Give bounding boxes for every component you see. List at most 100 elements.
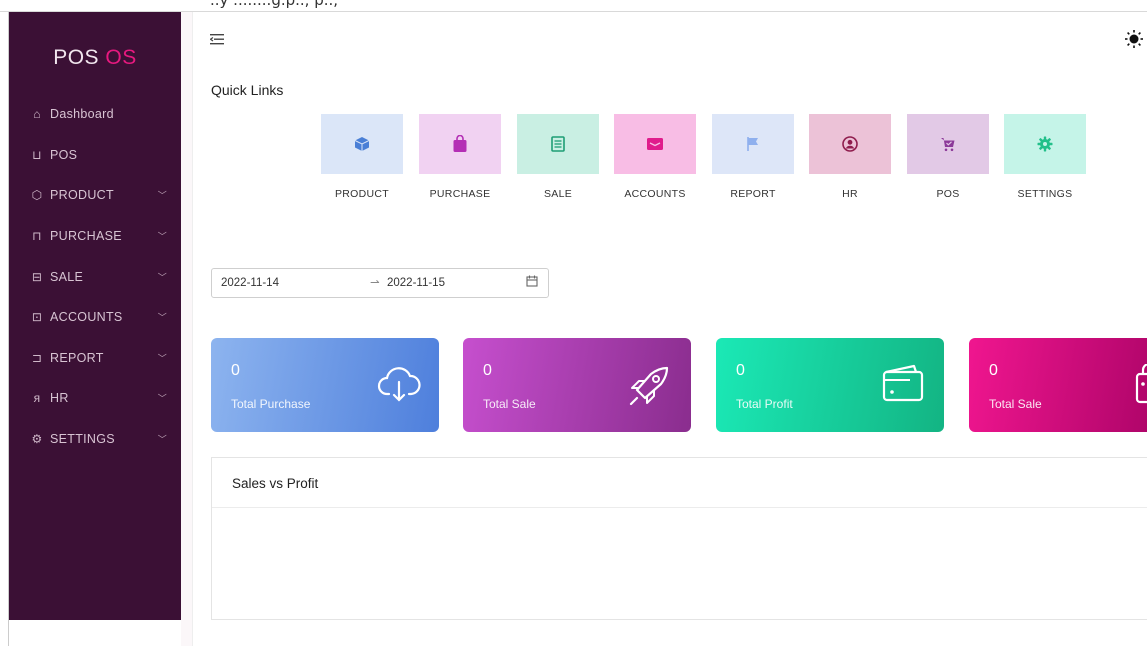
quick-link-label: HR <box>842 188 858 200</box>
sidebar-item-dashboard[interactable]: ⌂ Dashboard <box>9 94 181 135</box>
quick-link-product[interactable]: PRODUCT <box>321 114 403 200</box>
sidebar-item-product[interactable]: ⬡ PRODUCT ﹀ <box>9 175 181 216</box>
calendar-icon[interactable] <box>526 275 538 290</box>
menu-toggle-icon[interactable] <box>209 32 224 49</box>
top-strip-text: ..y ........g.p.., p.., <box>210 0 339 9</box>
stat-label: Total Sale <box>989 397 1042 411</box>
logo-main: POS <box>53 46 100 69</box>
stat-card-total-sale-2[interactable]: 0 Total Sale <box>969 338 1147 432</box>
quick-link-purchase[interactable]: PURCHASE <box>419 114 501 200</box>
user-circle-icon <box>842 136 858 152</box>
sidebar-item-sale[interactable]: ⊟ SALE ﹀ <box>9 256 181 297</box>
quick-link-tile[interactable] <box>614 114 696 174</box>
quick-link-label: PURCHASE <box>429 188 491 200</box>
chevron-down-icon: ﹀ <box>157 393 167 404</box>
sidebar-item-label: PURCHASE <box>50 229 122 244</box>
quick-link-report[interactable]: REPORT <box>712 114 794 200</box>
sidebar: POS OS ⌂ Dashboard ⊔ POS ⬡ PRODUCT ﹀ ⊓ PURCHA… <box>9 12 181 620</box>
sidebar-item-report[interactable]: ⊐ REPORT ﹀ <box>9 338 181 379</box>
panel-title: Sales vs Profit <box>232 476 319 491</box>
cart-icon: ⊔ <box>32 147 42 162</box>
sidebar-item-label: ACCOUNTS <box>50 310 123 325</box>
bag-icon <box>453 135 467 152</box>
stat-value: 0 <box>231 362 240 379</box>
stat-card-total-purchase[interactable]: 0 Total Purchase <box>211 338 439 432</box>
stat-value: 0 <box>989 362 998 379</box>
app-logo: POS OS <box>9 46 181 70</box>
quick-links-title: Quick Links <box>211 82 284 98</box>
quick-link-tile[interactable] <box>1004 114 1086 174</box>
chevron-down-icon: ﹀ <box>157 353 167 364</box>
sidebar-item-purchase[interactable]: ⊓ PURCHASE ﹀ <box>9 216 181 257</box>
gear-icon: ⚙ <box>31 432 43 447</box>
stat-value: 0 <box>736 362 745 379</box>
stat-label: Total Purchase <box>231 397 311 411</box>
sidebar-item-label: SALE <box>50 269 84 284</box>
quick-link-tile[interactable] <box>712 114 794 174</box>
arrow-right-icon: ⇀ <box>370 277 380 289</box>
sidebar-item-label: PRODUCT <box>50 188 114 203</box>
quick-link-tile[interactable] <box>517 114 599 174</box>
rocket-icon <box>629 366 669 406</box>
quick-link-sale[interactable]: SALE <box>517 114 599 200</box>
sidebar-item-label: REPORT <box>50 350 104 365</box>
sidebar-item-hr[interactable]: ᴙ HR ﹀ <box>9 378 181 419</box>
user-icon: ᴙ <box>33 391 41 406</box>
quick-link-label: SETTINGS <box>1017 188 1073 200</box>
bag-icon: ⊓ <box>32 229 42 244</box>
quick-link-tile[interactable] <box>809 114 891 174</box>
quick-link-label: REPORT <box>730 188 776 200</box>
receipt-icon: ⊟ <box>31 269 43 284</box>
quick-link-accounts[interactable]: ACCOUNTS <box>614 114 696 200</box>
content-edge <box>181 12 193 646</box>
sidebar-item-settings[interactable]: ⚙ SETTINGS ﹀ <box>9 419 181 460</box>
quick-link-hr[interactable]: HR <box>809 114 891 200</box>
date-range-picker[interactable]: 2022-11-14 ⇀ 2022-11-15 <box>211 268 549 298</box>
gear-icon <box>1037 136 1053 152</box>
stat-card-total-sale[interactable]: 0 Total Sale <box>463 338 691 432</box>
stat-label: Total Profit <box>736 397 793 411</box>
logo-accent: OS <box>105 46 137 69</box>
sidebar-item-label: HR <box>50 391 69 406</box>
quick-link-label: PRODUCT <box>334 188 389 200</box>
sidebar-nav: ⌂ Dashboard ⊔ POS ⬡ PRODUCT ﹀ ⊓ PURCHASE ﹀ ⊟ SA… <box>9 94 181 459</box>
stat-label: Total Sale <box>483 397 536 411</box>
theme-toggle-sun-icon[interactable] <box>1124 29 1144 55</box>
receipt-icon <box>551 136 565 152</box>
panel-divider <box>212 507 1147 508</box>
stat-value: 0 <box>483 362 492 379</box>
quick-link-tile[interactable] <box>321 114 403 174</box>
cart-icon <box>941 138 955 152</box>
wallet-icon: ⊡ <box>31 310 43 325</box>
sidebar-item-label: POS <box>50 147 78 162</box>
chevron-down-icon: ﹀ <box>157 231 167 242</box>
wallet-icon <box>882 364 924 402</box>
quick-link-tile[interactable] <box>419 114 501 174</box>
quick-link-label: ACCOUNTS <box>624 188 686 200</box>
quick-link-label: SALE <box>543 188 573 200</box>
quick-link-settings[interactable]: SETTINGS <box>1004 114 1086 200</box>
chevron-down-icon: ﹀ <box>157 312 167 323</box>
top-strip: ..y ........g.p.., p.., <box>0 0 1147 12</box>
date-end-input[interactable]: 2022-11-15 <box>387 277 445 289</box>
cloud-download-icon <box>377 367 421 402</box>
flag-icon <box>747 137 758 151</box>
chevron-down-icon: ﹀ <box>157 434 167 445</box>
box-icon: ⬡ <box>31 188 43 203</box>
bag-icon <box>1135 364 1147 404</box>
chevron-down-icon: ﹀ <box>157 190 167 201</box>
sidebar-item-accounts[interactable]: ⊡ ACCOUNTS ﹀ <box>9 297 181 338</box>
sidebar-item-pos[interactable]: ⊔ POS <box>9 135 181 176</box>
stat-card-total-profit[interactable]: 0 Total Profit <box>716 338 944 432</box>
report-icon: ⊐ <box>31 350 43 365</box>
box-icon <box>354 137 370 151</box>
home-icon: ⌂ <box>33 107 41 122</box>
quick-link-tile[interactable] <box>907 114 989 174</box>
sidebar-item-label: SETTINGS <box>50 432 115 447</box>
date-start-input[interactable]: 2022-11-14 <box>221 277 279 289</box>
wallet-icon <box>647 138 663 150</box>
sales-vs-profit-panel: Sales vs Profit <box>211 457 1147 620</box>
quick-link-pos[interactable]: POS <box>907 114 989 200</box>
quick-link-label: POS <box>936 188 960 200</box>
sidebar-item-label: Dashboard <box>50 107 114 122</box>
